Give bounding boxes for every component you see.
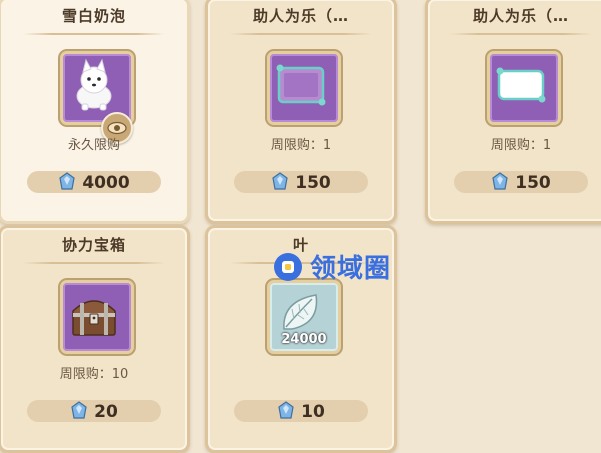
item-icon-frame: 24000 xyxy=(267,280,341,354)
price-button[interactable]: 150 xyxy=(208,172,394,197)
price-button[interactable]: 4000 xyxy=(1,172,187,197)
gem-currency-icon xyxy=(491,172,509,197)
price-button[interactable]: 20 xyxy=(1,401,187,426)
gem-currency-icon xyxy=(277,401,295,426)
price-button[interactable]: 10 xyxy=(208,401,394,426)
price-button[interactable]: 150 xyxy=(428,172,601,197)
price-value: 150 xyxy=(515,173,551,193)
shop-item-card-1[interactable]: 雪白奶泡 永久限购 4000 xyxy=(0,0,190,224)
white-frame-icon xyxy=(496,67,546,103)
price-value: 20 xyxy=(94,402,118,422)
shop-item-card-4[interactable]: 协力宝箱 周限购：10 20 xyxy=(0,225,190,453)
price-value: 150 xyxy=(295,173,331,193)
watermark-text: 领域圈 xyxy=(310,254,392,284)
shop-item-card-3[interactable]: 助人为乐（… 周限购：1 150 xyxy=(425,0,601,224)
item-icon-frame xyxy=(60,280,134,354)
title-divider xyxy=(450,33,592,35)
item-name: 协力宝箱 xyxy=(61,236,126,254)
price-value: 4000 xyxy=(82,173,130,193)
purchase-limit: 永久限购 xyxy=(67,138,120,153)
purchase-limit: 周限购：10 xyxy=(59,367,129,382)
gem-currency-icon xyxy=(70,401,88,426)
title-divider xyxy=(23,262,165,264)
price-value: 10 xyxy=(301,402,325,422)
shop-item-card-2[interactable]: 助人为乐（… 周限购：1 150 xyxy=(205,0,397,224)
watermark-logo-icon xyxy=(274,252,302,281)
gem-currency-icon xyxy=(58,172,76,197)
item-quantity: 24000 xyxy=(281,332,327,347)
purple-frame-icon xyxy=(276,64,326,106)
title-divider xyxy=(23,33,165,35)
gem-currency-icon xyxy=(271,172,289,197)
item-icon-frame xyxy=(487,51,561,125)
item-name: 雪白奶泡 xyxy=(61,7,126,25)
item-icon-frame xyxy=(267,51,341,125)
purchase-limit: 周限购：1 xyxy=(270,138,332,153)
watermark: 领域圈 xyxy=(272,248,391,285)
purchase-limit: 周限购：1 xyxy=(490,138,552,153)
item-name: 助人为乐（… xyxy=(252,7,349,25)
treasure-chest-icon xyxy=(72,300,116,336)
title-divider xyxy=(230,33,372,35)
item-name: 助人为乐（… xyxy=(472,7,569,25)
white-dog-icon xyxy=(76,58,112,111)
